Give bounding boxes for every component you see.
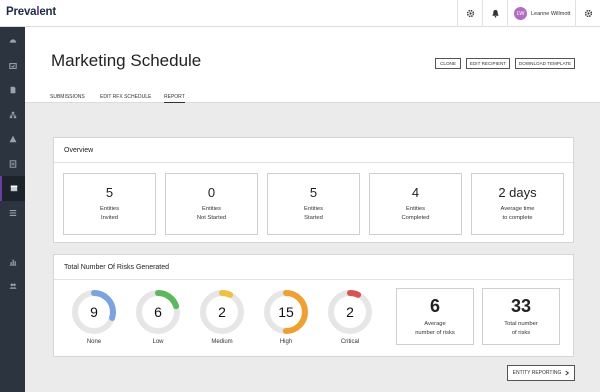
total-risks-card: 33 Total number of risks bbox=[482, 288, 560, 345]
entity-reporting-button[interactable]: ENTITY REPORTING bbox=[507, 365, 575, 381]
calendar-icon bbox=[10, 185, 17, 192]
tab-edit-rfx-schedule[interactable]: EDIT RFX SCHEDULE bbox=[100, 94, 151, 100]
checklist-icon bbox=[9, 160, 16, 168]
stat-card-not-started: 0 Entities Not Started bbox=[165, 173, 258, 235]
top-bar: Prevalent LW Leanne Willmott bbox=[0, 0, 600, 27]
risk-donut-high[interactable]: 15 bbox=[263, 289, 309, 335]
overview-title: Overview bbox=[54, 138, 573, 163]
notifications-button[interactable] bbox=[482, 0, 507, 27]
entity-reporting-label: ENTITY REPORTING bbox=[512, 370, 562, 376]
risk-donut-critical[interactable]: 2 bbox=[327, 289, 373, 335]
user-menu[interactable]: LW Leanne Willmott bbox=[507, 0, 575, 27]
sidebar-item-inbox[interactable] bbox=[0, 54, 25, 79]
risks-title: Total Number Of Risks Generated bbox=[54, 255, 573, 280]
sidebar-item-assessments[interactable] bbox=[0, 152, 25, 177]
gear-icon bbox=[584, 9, 592, 18]
bell-icon bbox=[491, 9, 499, 18]
inbox-icon bbox=[8, 62, 17, 69]
dashboard-icon bbox=[9, 39, 16, 43]
gear-icon bbox=[466, 9, 474, 18]
chevron-right-icon bbox=[565, 370, 570, 376]
download-template-button[interactable]: DOWNLOAD TEMPLATE bbox=[515, 58, 575, 69]
sidebar-item-dashboard[interactable] bbox=[0, 29, 25, 54]
risk-label-medium: Medium bbox=[211, 339, 233, 345]
stat-card-completed: 4 Entities Completed bbox=[369, 173, 462, 235]
avatar: LW bbox=[514, 7, 527, 20]
sidebar-item-list[interactable] bbox=[0, 201, 25, 226]
page-header: Marketing Schedule CLONE EDIT RECIPIENT … bbox=[25, 27, 600, 103]
stat-card-invited: 5 Entities Invited bbox=[63, 173, 156, 235]
sidebar-item-documents[interactable] bbox=[0, 78, 25, 103]
risk-label-none: None bbox=[86, 339, 102, 345]
stat-card-average-time: 2 days Average time to complete bbox=[471, 173, 564, 235]
bar-chart-icon bbox=[9, 259, 16, 266]
list-icon bbox=[9, 209, 16, 216]
user-name: Leanne Willmott bbox=[531, 10, 571, 17]
risk-label-high: High bbox=[279, 339, 293, 345]
app-logo[interactable]: Prevalent bbox=[6, 6, 56, 18]
warning-icon bbox=[9, 136, 16, 143]
sidebar-item-blank[interactable] bbox=[0, 225, 25, 250]
edit-recipient-button[interactable]: EDIT RECIPIENT bbox=[466, 58, 510, 69]
sidebar-item-schedules[interactable] bbox=[0, 176, 25, 201]
sidebar-item-users[interactable] bbox=[0, 274, 25, 299]
risk-label-low: Low bbox=[152, 339, 164, 345]
tab-submissions[interactable]: SUBMISSIONS bbox=[50, 94, 85, 100]
risk-label-critical: Critical bbox=[340, 339, 360, 345]
preferences-button[interactable] bbox=[575, 0, 600, 27]
sidebar-item-alerts[interactable] bbox=[0, 127, 25, 152]
settings-button[interactable] bbox=[457, 0, 482, 27]
sidebar-item-hierarchy[interactable] bbox=[0, 103, 25, 128]
page-title: Marketing Schedule bbox=[51, 51, 202, 70]
hierarchy-icon bbox=[9, 111, 16, 118]
clone-button[interactable]: CLONE bbox=[435, 58, 461, 69]
document-icon bbox=[10, 87, 15, 94]
average-risks-card: 6 Average number of risks bbox=[396, 288, 474, 345]
stat-card-started: 5 Entities Started bbox=[267, 173, 360, 235]
risk-donut-none[interactable]: 9 bbox=[71, 289, 117, 335]
sidebar-item-reports[interactable] bbox=[0, 250, 25, 275]
risk-donut-medium[interactable]: 2 bbox=[199, 289, 245, 335]
sidebar bbox=[0, 27, 25, 392]
users-icon bbox=[9, 283, 16, 290]
tab-report[interactable]: REPORT bbox=[164, 94, 185, 103]
risk-donut-low[interactable]: 6 bbox=[135, 289, 181, 335]
